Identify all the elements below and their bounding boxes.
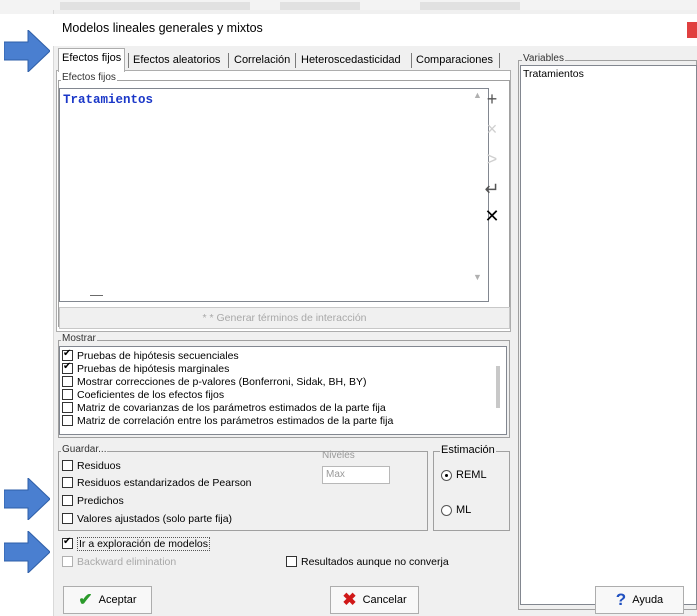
variables-list[interactable]: Tratamientos [520, 65, 697, 605]
radio-reml[interactable]: REML [441, 469, 487, 481]
window-title: Modelos lineales generales y mixtos [62, 21, 263, 35]
cancelar-button[interactable]: ✖ Cancelar [330, 586, 419, 614]
generar-interaccion-button[interactable]: * * Generar términos de interacción [59, 307, 510, 329]
checkbox[interactable] [62, 494, 73, 506]
option-residuos[interactable]: Residuos [62, 459, 121, 472]
delete-icon[interactable]: ✕ [480, 205, 504, 229]
return-icon[interactable]: ↵ [480, 178, 504, 202]
close-button[interactable] [687, 22, 697, 38]
checkmark-icon: ✔ [78, 590, 93, 610]
checkbox[interactable] [62, 476, 73, 488]
option-ir-exploracion[interactable]: Ir a exploración de modelos [62, 536, 210, 551]
help-icon: ? [615, 590, 627, 610]
checkbox[interactable] [62, 459, 73, 471]
checkbox[interactable] [62, 512, 73, 524]
option-covarianzas[interactable]: Matriz de covarianzas de los parámetros … [62, 401, 386, 414]
tab-heteroscedasticidad[interactable]: Heteroscedasticidad [298, 51, 404, 71]
option-residuos-pearson[interactable]: Residuos estandarizados de Pearson [62, 476, 252, 489]
option-correlacion[interactable]: Matriz de correlación entre los parámetr… [62, 414, 393, 427]
checkbox[interactable] [62, 401, 73, 413]
checkbox[interactable] [62, 375, 73, 387]
checkbox[interactable] [62, 536, 73, 549]
option-backward[interactable]: Backward elimination [62, 555, 176, 568]
chevron-right-icon[interactable]: > [480, 148, 504, 172]
option-secuenciales[interactable]: Pruebas de hipótesis secuenciales [62, 348, 239, 362]
option-resultados[interactable]: Resultados aunque no converja [286, 555, 449, 568]
cancel-x-icon: ✖ [342, 590, 357, 610]
tab-comparaciones[interactable]: Comparaciones [413, 51, 496, 71]
efectos-fijos-list[interactable]: Tratamientos — [59, 88, 489, 302]
option-predichos[interactable]: Predichos [62, 494, 124, 507]
option-correcciones[interactable]: Mostrar correcciones de p-valores (Bonfe… [62, 375, 366, 388]
tab-correlacion[interactable]: Correlación [231, 51, 293, 71]
niveles-input[interactable]: Max [322, 466, 390, 484]
list-item[interactable]: Tratamientos [63, 93, 153, 107]
mostrar-scrollbar[interactable] [496, 366, 500, 408]
checkbox[interactable] [62, 388, 73, 400]
radio-button[interactable] [441, 504, 452, 516]
estimacion-label: Estimación [440, 444, 496, 456]
aceptar-button[interactable]: ✔ Aceptar [63, 586, 152, 614]
efectos-fijos-group-label: Efectos fijos [61, 72, 117, 83]
option-marginales[interactable]: Pruebas de hipótesis marginales [62, 361, 229, 375]
option-valores-ajustados[interactable]: Valores ajustados (solo parte fija) [62, 512, 232, 525]
guardar-label: Guardar... [61, 444, 108, 455]
radio-ml[interactable]: ML [441, 504, 471, 516]
estimacion-group [433, 451, 510, 531]
arrow-annotation-exploracion [4, 531, 50, 573]
checkbox[interactable] [62, 361, 73, 374]
plus-icon[interactable]: + [480, 88, 504, 112]
tab-efectos-fijos[interactable]: Efectos fijos [58, 48, 126, 72]
option-coeficientes[interactable]: Coeficientes de los efectos fijos [62, 388, 224, 401]
checkbox[interactable] [62, 348, 73, 361]
arrow-annotation-tabs [4, 30, 50, 72]
scroll-down-icon[interactable]: ▼ [473, 272, 482, 282]
checkbox[interactable] [62, 414, 73, 426]
checkbox[interactable] [62, 555, 73, 567]
checkbox[interactable] [286, 555, 297, 567]
list-item[interactable]: Tratamientos [523, 68, 584, 80]
ayuda-button[interactable]: ? Ayuda [595, 586, 684, 614]
mostrar-label: Mostrar [61, 333, 97, 344]
radio-button[interactable] [441, 469, 452, 481]
tab-efectos-aleatorios[interactable]: Efectos aleatorios [130, 51, 223, 71]
multiply-icon[interactable]: × [480, 118, 504, 142]
minus-icon[interactable]: — [90, 287, 103, 302]
variables-label: Variables [522, 53, 565, 64]
niveles-label: Niveles [322, 450, 355, 461]
arrow-annotation-predichos [4, 478, 50, 520]
